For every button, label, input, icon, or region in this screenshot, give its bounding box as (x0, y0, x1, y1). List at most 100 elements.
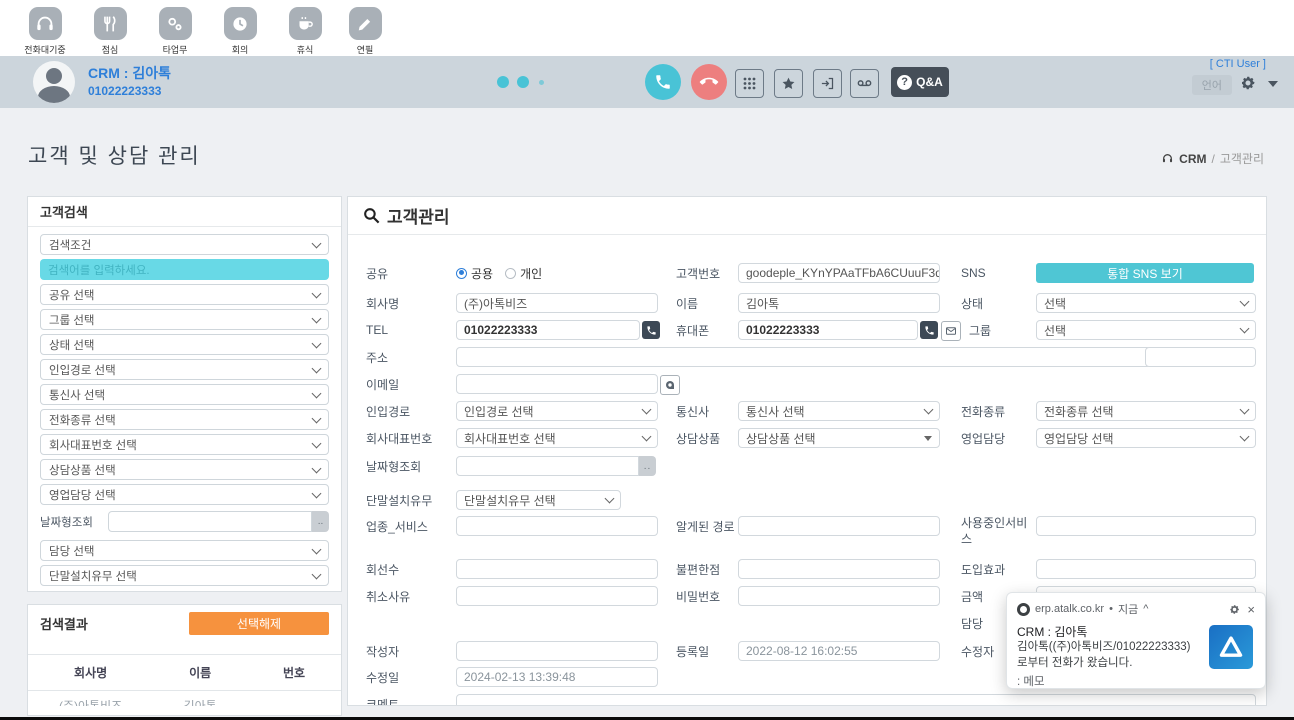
modifier-label: 수정자 (961, 641, 994, 661)
inbound-select[interactable]: 인입경로 선택 (456, 401, 658, 421)
sales-rep-filter-select[interactable]: 영업담당 선택 (40, 484, 329, 505)
name-input[interactable]: 김아톡 (738, 293, 940, 313)
settings-gear-icon[interactable] (1240, 75, 1256, 91)
clock-icon (224, 7, 257, 40)
dropdown-arrow-icon (924, 436, 932, 441)
date-picker-button[interactable]: .. (639, 456, 656, 476)
envelope-icon (945, 325, 957, 337)
password-input[interactable] (738, 586, 940, 606)
column-number: 번호 (247, 664, 341, 681)
industry-label: 업종_서비스 (366, 516, 428, 536)
writer-input[interactable] (456, 641, 658, 661)
voicemail-icon (856, 75, 873, 92)
favorites-button[interactable] (774, 69, 803, 98)
status-label: 휴식 (273, 43, 337, 56)
headset-icon (1161, 152, 1174, 165)
status-filter-select[interactable]: 상태 선택 (40, 334, 329, 355)
share-filter-select[interactable]: 공유 선택 (40, 284, 329, 305)
table-row[interactable]: (주)아톡비즈 김아톡 (28, 691, 341, 706)
email-input[interactable] (456, 374, 658, 394)
date-lookup-input[interactable] (108, 511, 312, 532)
hangup-button[interactable] (691, 64, 727, 100)
phone-type-select[interactable]: 전화종류 선택 (1036, 401, 1256, 421)
chevron-down-icon (312, 463, 322, 473)
sns-view-button[interactable]: 통합 SNS 보기 (1036, 263, 1254, 283)
terminal-select[interactable]: 단말설치유무 선택 (456, 490, 621, 510)
chevron-down-icon[interactable] (1268, 81, 1278, 87)
deselect-button[interactable]: 선택해제 (189, 612, 329, 635)
reg-date-input[interactable]: 2022-08-12 16:02:55 (738, 641, 940, 661)
comment-input[interactable] (456, 694, 1256, 706)
status-label: 상태 (961, 293, 983, 313)
date-lookup-row: 날짜형조회 .. (40, 511, 329, 532)
date-lookup-input[interactable] (456, 456, 639, 476)
status-lunch-button[interactable]: 점심 (78, 7, 142, 56)
gears-icon (159, 7, 192, 40)
consult-product-label: 상담상품 (676, 428, 720, 448)
status-other-work-button[interactable]: 타업무 (143, 7, 207, 56)
search-keyword-input[interactable]: 검색어를 입력하세요. (40, 259, 329, 280)
status-select[interactable]: 선택 (1036, 293, 1256, 313)
consult-product-select[interactable]: 상담상품 선택 (738, 428, 940, 448)
customer-no-input[interactable]: goodeple_KYnYPAaTFbA6CUuuF3q (738, 263, 940, 283)
status-break-button[interactable]: 휴식 (273, 7, 337, 56)
consult-product-filter-select[interactable]: 상담상품 선택 (40, 459, 329, 480)
keypad-button[interactable] (735, 69, 764, 98)
tel-input[interactable]: 01022223333 (456, 320, 640, 340)
company-rep-no-select[interactable]: 회사대표번호 선택 (456, 428, 658, 448)
carrier-filter-select[interactable]: 통신사 선택 (40, 384, 329, 405)
customer-search-panel: 고객검색 검색조건 검색어를 입력하세요. 공유 선택 그룹 선택 상태 선택 … (27, 196, 342, 592)
cancel-reason-input[interactable] (456, 586, 658, 606)
mobile-input[interactable]: 01022223333 (738, 320, 918, 340)
inbound-filter-select[interactable]: 인입경로 선택 (40, 359, 329, 380)
sales-rep-select[interactable]: 영업담당 선택 (1036, 428, 1256, 448)
company-rep-no-filter-select[interactable]: 회사대표번호 선택 (40, 434, 329, 455)
industry-input[interactable] (456, 516, 658, 536)
browser-notification[interactable]: erp.atalk.co.kr • 지금 ^ × CRM : 김아톡 김아톡((… (1006, 592, 1266, 689)
phone-type-label: 전화종류 (961, 401, 1005, 421)
group-filter-select[interactable]: 그룹 선택 (40, 309, 329, 330)
mod-date-input[interactable]: 2024-02-13 13:39:48 (456, 667, 658, 687)
search-condition-select[interactable]: 검색조건 (40, 234, 329, 255)
breadcrumb-root[interactable]: CRM (1179, 152, 1206, 166)
language-button[interactable]: 언어 (1192, 75, 1232, 95)
tel-call-button[interactable] (642, 321, 660, 339)
status-meeting-button[interactable]: 회의 (208, 7, 272, 56)
notification-close-icon[interactable]: × (1247, 603, 1255, 616)
status-pencil-button[interactable]: 연필 (333, 7, 397, 56)
status-label: 연필 (333, 43, 397, 56)
complaint-input[interactable] (738, 559, 940, 579)
email-send-button[interactable] (660, 375, 680, 395)
qna-button[interactable]: ? Q&A (891, 67, 949, 97)
terminal-filter-select[interactable]: 단말설치유무 선택 (40, 565, 329, 586)
mobile-sms-button[interactable] (941, 321, 961, 341)
mobile-call-button[interactable] (920, 321, 938, 339)
voicemail-button[interactable] (850, 69, 879, 98)
radio-public[interactable] (456, 268, 467, 279)
email-label: 이메일 (366, 374, 399, 394)
notification-settings-gear-icon[interactable] (1229, 604, 1240, 615)
address-detail-input[interactable] (1145, 347, 1256, 367)
phone-type-filter-select[interactable]: 전화종류 선택 (40, 409, 329, 430)
call-button[interactable] (645, 64, 681, 100)
company-input[interactable]: (주)아톡비즈 (456, 293, 658, 313)
transfer-button[interactable] (813, 69, 842, 98)
service-in-use-label: 사용중인서비스 (961, 516, 1033, 547)
manager-filter-select[interactable]: 담당 선택 (40, 540, 329, 561)
notification-source: erp.atalk.co.kr (1035, 603, 1104, 615)
address-input[interactable] (456, 347, 1151, 367)
carrier-select[interactable]: 통신사 선택 (738, 401, 940, 421)
group-select[interactable]: 선택 (1036, 320, 1256, 340)
terminal-label: 단말설치유무 (366, 490, 432, 510)
collapse-chevron-icon[interactable]: ^ (1143, 603, 1148, 615)
chevron-down-icon (312, 488, 322, 498)
known-path-input[interactable] (738, 516, 940, 536)
service-in-use-input[interactable] (1036, 516, 1256, 536)
status-call-waiting-button[interactable]: 전화대기중 (13, 7, 77, 56)
radio-private[interactable] (505, 268, 516, 279)
column-company: 회사명 (28, 664, 153, 681)
effect-input[interactable] (1036, 559, 1256, 579)
notification-body: 김아톡((주)아톡비즈/01022223333)로부터 전화가 왔습니다. (1017, 640, 1199, 671)
lines-input[interactable] (456, 559, 658, 579)
date-picker-button[interactable]: .. (312, 511, 329, 532)
